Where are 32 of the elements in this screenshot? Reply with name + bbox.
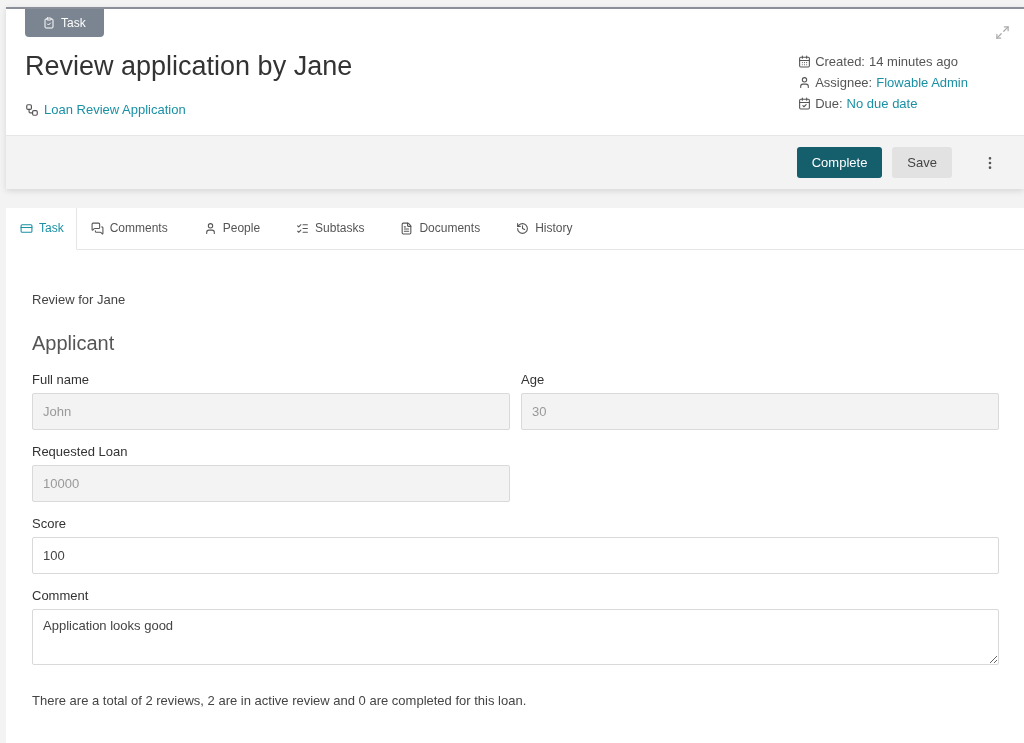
complete-button[interactable]: Complete xyxy=(796,147,883,178)
intro-text: Review for Jane xyxy=(32,292,127,307)
meta-label: Due: xyxy=(815,96,843,111)
comments-icon xyxy=(90,221,104,235)
field-label: Requested Loan xyxy=(32,444,129,459)
meta-label: Assignee: xyxy=(815,75,873,90)
tab[interactable]: Task xyxy=(6,208,77,250)
calendar-check-icon xyxy=(798,97,812,110)
documents-icon xyxy=(400,221,414,235)
field-label: Score xyxy=(32,516,67,531)
people-icon xyxy=(203,221,217,235)
process-icon xyxy=(25,102,39,117)
field-label: Full name xyxy=(32,372,91,387)
meta-link[interactable]: Flowable Admin xyxy=(876,75,968,90)
meta-label: Created: xyxy=(815,54,865,69)
section-heading: Applicant xyxy=(32,332,116,355)
input-field[interactable]: 100 xyxy=(32,537,999,574)
history-icon xyxy=(516,221,530,235)
comment-field[interactable]: Application looks good xyxy=(32,609,999,665)
task-badge: Task xyxy=(25,9,104,37)
user-icon xyxy=(798,76,812,89)
clipboard-icon xyxy=(43,17,55,29)
field-label: Comment xyxy=(32,588,90,603)
summary-text: There are a total of 2 reviews, 2 are in active review and 0 are completed for this loan. xyxy=(32,693,528,708)
field-label: Age xyxy=(521,372,546,387)
task-title: Review application by Jane xyxy=(25,51,353,82)
save-button[interactable]: Save xyxy=(892,147,952,178)
calendar-icon xyxy=(798,55,812,68)
subtasks-icon xyxy=(296,221,310,235)
meta-link[interactable]: No due date xyxy=(846,96,918,111)
meta-value: 14 minutes ago xyxy=(869,54,958,69)
process-link[interactable]: Loan Review Application xyxy=(44,102,186,117)
